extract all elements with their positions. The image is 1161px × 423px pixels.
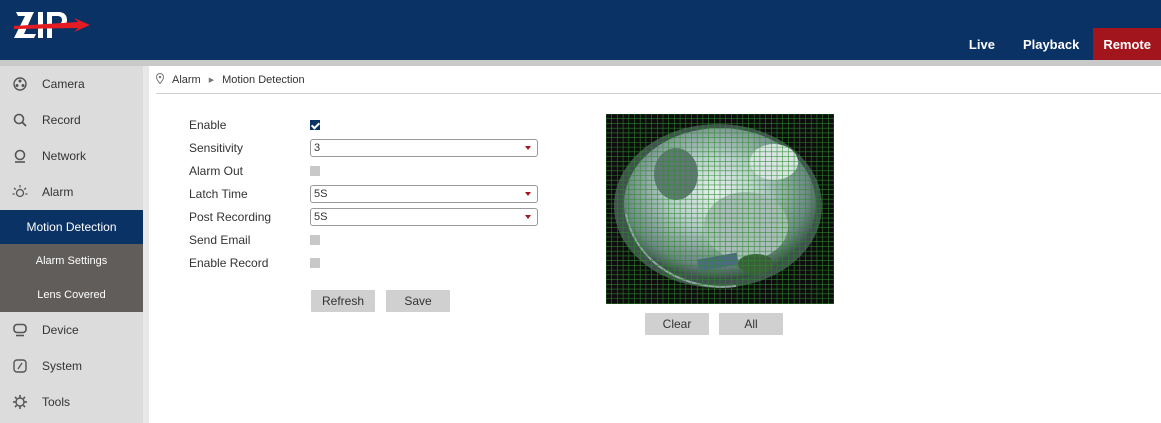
dropdown-arrow-icon <box>525 215 531 219</box>
sidebar-item-tools[interactable]: Tools <box>0 384 143 420</box>
save-button[interactable]: Save <box>386 290 450 312</box>
sensitivity-label: Sensitivity <box>189 141 244 155</box>
sidebar-item-label: Network <box>42 149 87 163</box>
post-recording-label: Post Recording <box>189 210 272 224</box>
breadcrumb-item-motion-detection: Motion Detection <box>222 73 305 86</box>
dropdown-arrow-icon <box>525 192 531 196</box>
sidebar-item-camera[interactable]: Camera <box>0 66 143 102</box>
enable-label: Enable <box>189 118 227 132</box>
refresh-button[interactable]: Refresh <box>311 290 375 312</box>
sidebar-item-label: Tools <box>42 395 71 409</box>
post-recording-value: 5S <box>314 211 328 223</box>
latch-time-select[interactable]: 5S <box>310 185 538 203</box>
sidebar: Camera Record Network Alarm Motion Detec… <box>0 66 143 423</box>
nav-remote[interactable]: Remote <box>1093 28 1161 60</box>
latch-time-label: Latch Time <box>189 187 248 201</box>
sidebar-item-label: Camera <box>42 77 85 91</box>
sidebar-item-alarm[interactable]: Alarm <box>0 174 143 210</box>
tools-icon <box>12 394 28 410</box>
enable-record-label: Enable Record <box>189 256 269 270</box>
nav-playback[interactable]: Playback <box>1009 28 1093 60</box>
breadcrumb-item-alarm[interactable]: Alarm <box>172 74 201 86</box>
location-pin-icon <box>155 72 165 87</box>
send-email-checkbox[interactable] <box>310 235 320 245</box>
network-icon <box>12 148 28 164</box>
sensitivity-value: 3 <box>314 142 321 154</box>
sidebar-item-system[interactable]: System <box>0 348 143 384</box>
dropdown-arrow-icon <box>525 146 531 150</box>
sidebar-item-record[interactable]: Record <box>0 102 143 138</box>
sidebar-scrollbar[interactable] <box>143 66 149 423</box>
sidebar-subitem-alarm-settings[interactable]: Alarm Settings <box>0 244 143 278</box>
system-icon <box>12 358 28 374</box>
alarm-out-label: Alarm Out <box>189 164 244 178</box>
sidebar-item-label: System <box>42 359 83 373</box>
alarm-icon <box>12 184 28 200</box>
camera-snapshot <box>606 114 834 304</box>
nav-live[interactable]: Live <box>955 28 1009 60</box>
sidebar-item-device[interactable]: Device <box>0 312 143 348</box>
select-all-button[interactable]: All <box>719 313 783 335</box>
sidebar-subitem-motion-detection[interactable]: Motion Detection <box>0 210 143 244</box>
clear-button[interactable]: Clear <box>645 313 709 335</box>
enable-record-checkbox[interactable] <box>310 258 320 268</box>
sidebar-subitem-lens-covered[interactable]: Lens Covered <box>0 278 143 312</box>
breadcrumb-separator-icon: ▶ <box>208 76 215 84</box>
post-recording-select[interactable]: 5S <box>310 208 538 226</box>
motion-detection-preview[interactable] <box>606 114 834 304</box>
device-icon <box>12 322 28 338</box>
alarm-out-checkbox[interactable] <box>310 166 320 176</box>
sidebar-item-label: Device <box>42 323 79 337</box>
sidebar-item-label: Record <box>42 113 81 127</box>
enable-checkbox[interactable] <box>310 120 320 130</box>
camera-icon <box>12 76 28 92</box>
record-icon <box>12 112 28 128</box>
top-header: Live Playback Remote <box>0 0 1161 60</box>
send-email-label: Send Email <box>189 233 251 247</box>
top-nav: Live Playback Remote <box>955 28 1161 60</box>
breadcrumb: Alarm ▶ Motion Detection <box>155 66 1161 94</box>
zip-logo[interactable] <box>12 6 92 42</box>
sidebar-item-label: Alarm <box>42 185 74 199</box>
sensitivity-select[interactable]: 3 <box>310 139 538 157</box>
sidebar-item-network[interactable]: Network <box>0 138 143 174</box>
latch-time-value: 5S <box>314 188 328 200</box>
